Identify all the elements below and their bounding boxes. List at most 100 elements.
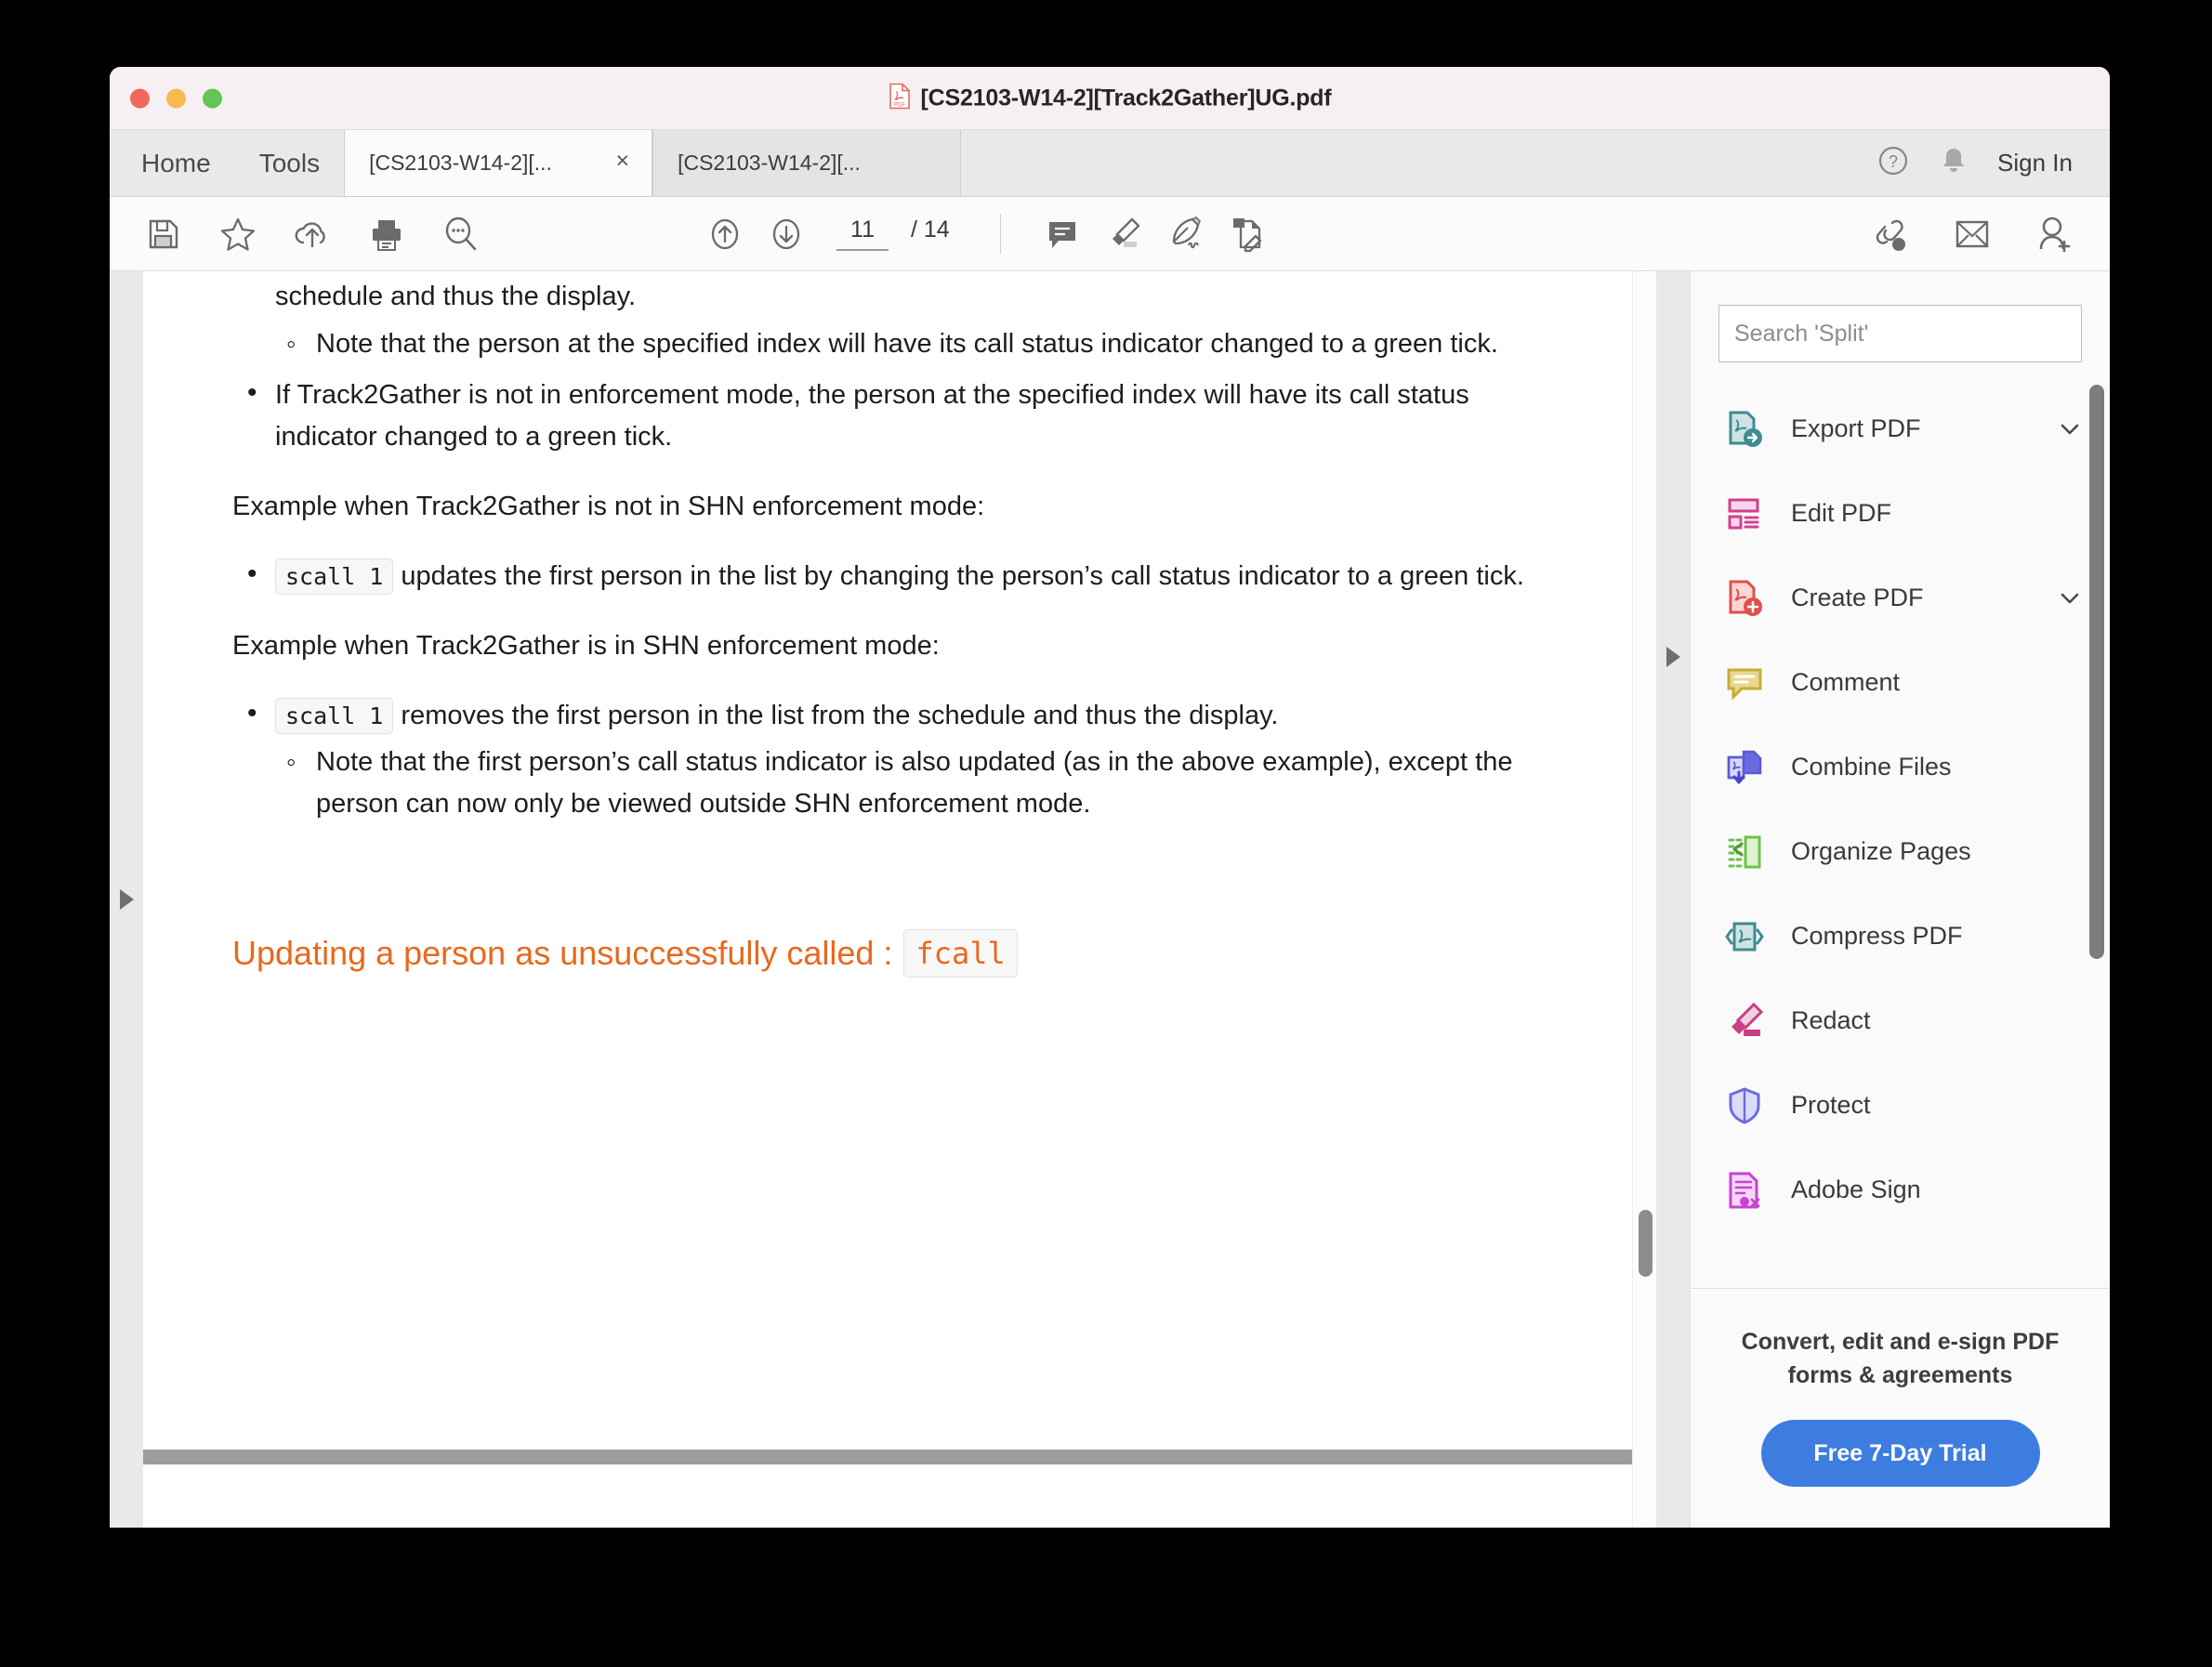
- promo-line-1: Convert, edit and e-sign PDF: [1731, 1326, 2069, 1359]
- doc-bullet-list-3: scall 1 removes the first person in the …: [232, 695, 1567, 826]
- window-title: PDF [CS2103-W14-2][Track2Gather]UG.pdf: [110, 83, 2110, 113]
- right-panel-expander[interactable]: [1656, 271, 1690, 1528]
- tool-item-export-pdf[interactable]: Export PDF: [1691, 387, 2110, 471]
- page-separator: /: [911, 217, 917, 243]
- fill-and-sign-icon[interactable]: [1226, 214, 1267, 255]
- tools-search-box[interactable]: [1718, 305, 2082, 362]
- doc-sub-list-1: Note that the person at the specified in…: [275, 323, 1567, 365]
- search-input[interactable]: [1734, 321, 2066, 348]
- tool-label: Comment: [1791, 668, 2058, 697]
- chevron-placeholder: [2058, 755, 2082, 780]
- arrow-down-circle-icon[interactable]: [766, 214, 807, 255]
- tab-strip: Home Tools [CS2103-W14-2][... × [CS2103-…: [110, 130, 2110, 197]
- close-icon[interactable]: ×: [606, 150, 633, 177]
- svg-text:PDF: PDF: [894, 102, 905, 108]
- tool-label: Protect: [1791, 1091, 2058, 1120]
- search-text-icon[interactable]: [441, 214, 481, 255]
- compress-pdf-icon: [1722, 914, 1767, 959]
- redact-icon: [1722, 999, 1767, 1044]
- pdf-page-next: Updates that a failed call was made to a…: [143, 1466, 1656, 1528]
- chevron-down-icon[interactable]: [2058, 586, 2082, 610]
- pdf-viewport[interactable]: If Track2Gather is in enforcement mode, …: [143, 271, 1656, 1528]
- bell-icon[interactable]: [1938, 144, 1969, 182]
- toolbar-right-group: [1870, 214, 2074, 255]
- tool-label: Export PDF: [1791, 414, 2058, 443]
- star-icon[interactable]: [217, 214, 258, 255]
- email-icon[interactable]: [1952, 214, 1993, 255]
- tool-label: Combine Files: [1791, 753, 2058, 781]
- tool-label: Create PDF: [1791, 584, 2058, 612]
- page-number-input[interactable]: 11: [836, 217, 889, 251]
- tool-item-compress-pdf[interactable]: Compress PDF: [1691, 894, 2110, 978]
- add-person-icon[interactable]: [2034, 214, 2074, 255]
- tool-item-redact[interactable]: Redact: [1691, 978, 2110, 1063]
- window-title-text: [CS2103-W14-2][Track2Gather]UG.pdf: [921, 85, 1332, 112]
- svg-text:?: ?: [1889, 152, 1898, 171]
- code-fcall: fcall: [903, 929, 1017, 978]
- share-link-icon[interactable]: [1870, 214, 1911, 255]
- print-icon[interactable]: [366, 214, 407, 255]
- toolbar-left-group: [110, 214, 481, 255]
- toolbar-divider: [1000, 214, 1001, 255]
- document-scrollbar-thumb[interactable]: [1639, 1210, 1652, 1277]
- sign-in-button[interactable]: Sign In: [1997, 149, 2073, 177]
- example-intro-1: Example when Track2Gather is not in SHN …: [232, 486, 1567, 528]
- pdf-reader-window: PDF [CS2103-W14-2][Track2Gather]UG.pdf H…: [110, 67, 2110, 1528]
- tool-item-create-pdf[interactable]: Create PDF: [1691, 556, 2110, 640]
- upload-to-cloud-icon[interactable]: [292, 214, 333, 255]
- chevron-down-icon[interactable]: [2058, 417, 2082, 441]
- promo-text: Convert, edit and e-sign PDF forms & agr…: [1731, 1326, 2069, 1392]
- document-scrollbar[interactable]: [1632, 271, 1656, 1528]
- arrow-up-circle-icon[interactable]: [704, 214, 745, 255]
- highlighter-icon[interactable]: [1103, 214, 1144, 255]
- bullet-text: updates the first person in the list by …: [401, 561, 1523, 591]
- triangle-right-icon: [120, 889, 134, 910]
- tool-label: Edit PDF: [1791, 499, 2058, 528]
- menu-group: Home Tools: [110, 130, 344, 196]
- menu-tools[interactable]: Tools: [235, 130, 344, 196]
- chevron-placeholder: [2058, 1178, 2082, 1202]
- list-item: Note that the first person’s call status…: [275, 742, 1567, 825]
- list-item: If Track2Gather is in enforcement mode, …: [232, 271, 1567, 365]
- document-tab-1-label: [CS2103-W14-2][...: [369, 151, 606, 176]
- page-navigator: 11 / 14: [833, 217, 954, 251]
- organize-pages-icon: [1722, 830, 1767, 874]
- menu-home[interactable]: Home: [110, 130, 235, 196]
- code-scall-1: scall 1: [275, 698, 393, 734]
- chevron-placeholder: [2058, 925, 2082, 949]
- chevron-placeholder: [2058, 840, 2082, 864]
- comment-bubble-icon[interactable]: [1042, 214, 1083, 255]
- left-panel-expander[interactable]: [110, 271, 143, 1528]
- page-total-label: / 14: [892, 217, 950, 243]
- tool-item-combine-files[interactable]: Combine Files: [1691, 725, 2110, 809]
- help-circle-icon[interactable]: ?: [1876, 144, 1910, 182]
- page-separator: [143, 1448, 1656, 1466]
- tool-item-protect[interactable]: Protect: [1691, 1063, 2110, 1148]
- main-toolbar: 11 / 14: [110, 197, 2110, 271]
- list-item: If Track2Gather is not in enforcement mo…: [232, 374, 1567, 458]
- doc-sub-list-2: Note that the first person’s call status…: [275, 742, 1567, 825]
- tool-item-edit-pdf[interactable]: Edit PDF: [1691, 471, 2110, 556]
- window-titlebar: PDF [CS2103-W14-2][Track2Gather]UG.pdf: [110, 67, 2110, 130]
- tool-item-comment[interactable]: Comment: [1691, 640, 2110, 725]
- tools-scrollbar[interactable]: [2089, 385, 2104, 1288]
- section-heading-fcall: Updating a person as unsuccessfully call…: [232, 929, 1567, 978]
- sub-bullet-text: Note that the first person’s call status…: [316, 747, 1512, 819]
- tool-label: Redact: [1791, 1006, 2058, 1035]
- promo-line-2: forms & agreements: [1731, 1359, 2069, 1393]
- tool-item-organize-pages[interactable]: Organize Pages: [1691, 809, 2110, 894]
- bullet-text: If Track2Gather is not in enforcement mo…: [275, 380, 1469, 452]
- bullet-text: removes the first person in the list fro…: [401, 701, 1278, 730]
- tool-label: Organize Pages: [1791, 837, 2058, 866]
- combine-files-icon: [1722, 745, 1767, 790]
- save-icon[interactable]: [143, 214, 184, 255]
- free-trial-button[interactable]: Free 7-Day Trial: [1761, 1420, 2040, 1487]
- edit-pdf-icon: [1722, 492, 1767, 536]
- tools-scrollbar-thumb[interactable]: [2089, 385, 2104, 959]
- sign-pen-icon[interactable]: [1165, 214, 1205, 255]
- tool-label: Adobe Sign: [1791, 1175, 2058, 1204]
- document-tab-1[interactable]: [CS2103-W14-2][... ×: [344, 130, 652, 196]
- tool-item-adobe-sign[interactable]: Adobe Sign: [1691, 1148, 2110, 1232]
- chevron-placeholder: [2058, 502, 2082, 526]
- document-tab-2[interactable]: [CS2103-W14-2][...: [652, 130, 961, 196]
